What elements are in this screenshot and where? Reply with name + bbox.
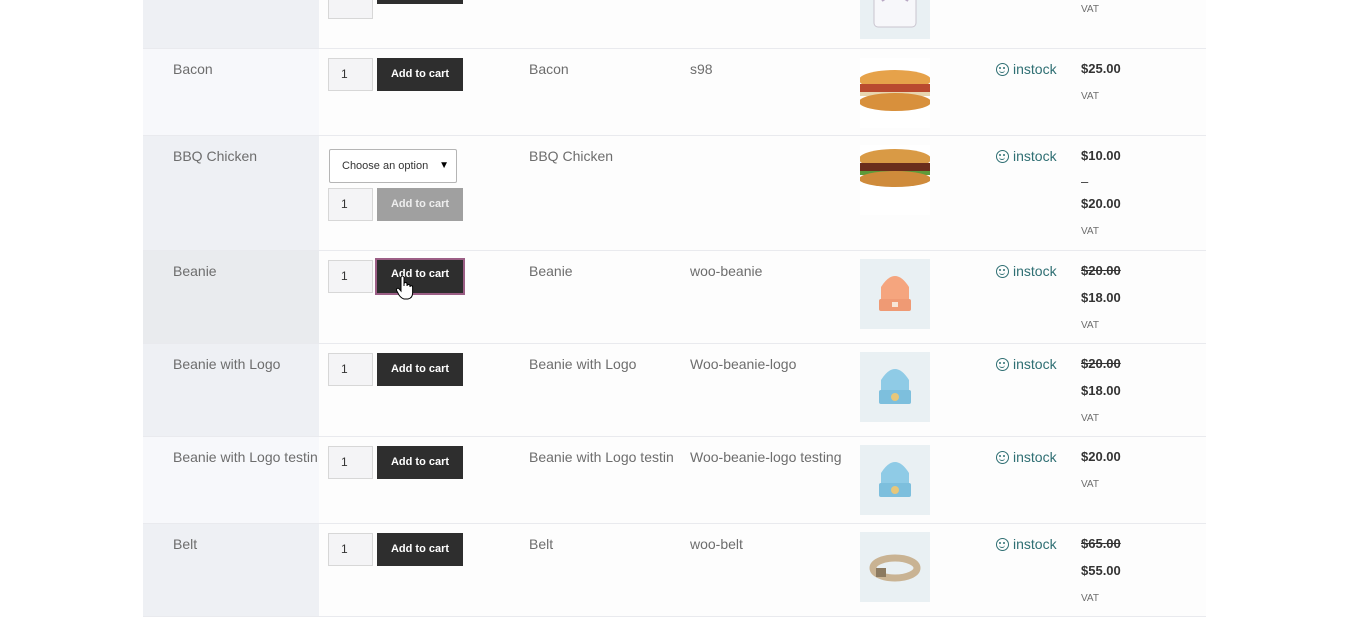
table-row: Beanie with Logo 1 Add to cart Beanie wi… [143,344,1206,437]
product-name[interactable]: Beanie with Logo testin [173,449,318,465]
stock-status: instock [996,356,1057,372]
sandwich-image[interactable] [860,58,930,128]
quantity-input[interactable]: 1 [328,353,373,386]
add-to-cart-button[interactable]: Add to cart [377,446,463,479]
chevron-down-icon: ▼ [439,160,449,171]
product-sku: Woo-beanie-logo [690,356,797,372]
quantity-input[interactable]: 1 [328,188,373,221]
stock-status: instock [996,536,1057,552]
add-to-cart-button[interactable]: Add to cart [377,188,463,221]
quantity-input[interactable]: 1 [328,260,373,293]
stock-status: instock [996,148,1057,164]
add-to-cart-button[interactable]: Add to cart [377,58,463,91]
vat-label: VAT [1081,4,1099,15]
product-title[interactable]: Beanie with Logo [529,356,636,372]
table-row: Beanie with Logo testin 1 Add to cart Be… [143,437,1206,524]
product-name[interactable]: Belt [173,536,197,552]
price-min: $10.00 [1081,148,1121,163]
product-sku: Woo-beanie-logo testing [690,449,842,465]
smile-icon [996,358,1009,371]
table-row: Belt 1 Add to cart Belt woo-belt instock… [143,524,1206,617]
table-row: Bacon 1 Add to cart Bacon s98 instock $2… [143,49,1206,136]
product-name[interactable]: Bacon [173,61,213,77]
sandwich-image[interactable] [860,145,930,215]
stock-status: instock [996,263,1057,279]
smile-icon [996,63,1009,76]
price: $20.00 [1081,449,1121,464]
sale-price: $18.00 [1081,290,1121,305]
vat-label: VAT [1081,593,1099,604]
smile-icon [996,538,1009,551]
add-to-cart-button[interactable] [377,0,463,4]
product-name[interactable]: BBQ Chicken [173,148,257,164]
regular-price: $20.00 [1081,263,1121,278]
price-range-dash: – [1081,174,1089,189]
add-to-cart-button[interactable]: Add to cart [375,258,465,295]
beanie-logo-image[interactable] [860,352,930,422]
product-title[interactable]: BBQ Chicken [529,148,613,164]
table-row: VAT [143,0,1206,49]
product-sku: woo-belt [690,536,743,552]
stock-status: instock [996,61,1057,77]
vat-label: VAT [1081,91,1099,102]
vat-label: VAT [1081,479,1099,490]
quantity-input[interactable]: 1 [328,58,373,91]
beanie-image[interactable] [860,259,930,329]
stock-status: instock [996,449,1057,465]
sale-price: $18.00 [1081,383,1121,398]
product-title[interactable]: Bacon [529,61,569,77]
product-name[interactable]: Beanie with Logo [173,356,280,372]
vat-label: VAT [1081,413,1099,424]
table-row: Beanie 1 Add to cart Beanie woo-beanie i… [143,251,1206,344]
hand-cursor-icon [396,276,414,300]
product-image[interactable] [860,0,930,39]
quantity-input[interactable]: 1 [328,446,373,479]
sale-price: $55.00 [1081,563,1121,578]
quantity-input[interactable] [328,0,373,19]
table-row: BBQ Chicken Choose an option ▼ 1 Add to c… [143,136,1206,251]
product-title[interactable]: Beanie [529,263,573,279]
smile-icon [996,451,1009,464]
add-to-cart-button[interactable]: Add to cart [377,533,463,566]
smile-icon [996,265,1009,278]
product-title[interactable]: Beanie with Logo testin [529,449,674,465]
belt-image[interactable] [860,532,930,602]
vat-label: VAT [1081,226,1099,237]
quantity-input[interactable]: 1 [328,533,373,566]
add-to-cart-button[interactable]: Add to cart [377,353,463,386]
regular-price: $65.00 [1081,536,1121,551]
price-max: $20.00 [1081,196,1121,211]
product-title[interactable]: Belt [529,536,553,552]
regular-price: $20.00 [1081,356,1121,371]
beanie-logo-image[interactable] [860,445,930,515]
variation-select[interactable]: Choose an option ▼ [329,149,457,183]
vat-label: VAT [1081,320,1099,331]
product-name[interactable]: Beanie [173,263,217,279]
price: $25.00 [1081,61,1121,76]
product-sku: s98 [690,61,713,77]
product-sku: woo-beanie [690,263,763,279]
smile-icon [996,150,1009,163]
